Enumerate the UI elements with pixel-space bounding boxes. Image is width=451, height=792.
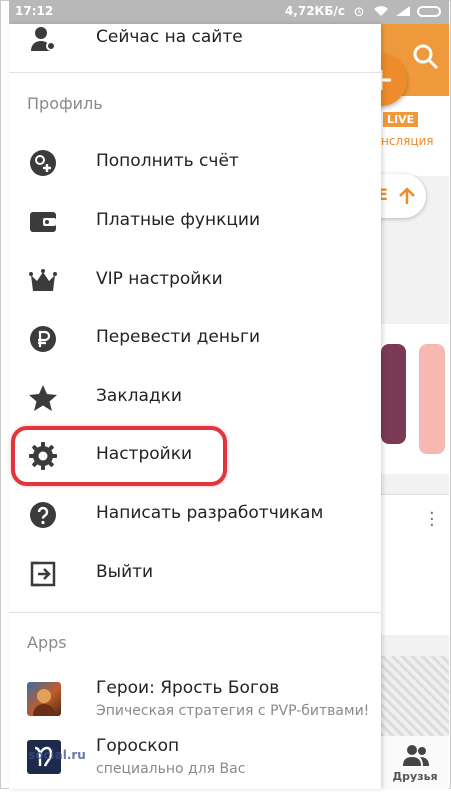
translation-tab[interactable]: нсляция [381, 134, 434, 148]
menu-item-label: Выйти [96, 562, 154, 582]
exit-icon [30, 561, 56, 587]
background-card: · · · [381, 494, 449, 635]
user-online-icon [31, 27, 56, 51]
menu-item-bookmarks[interactable]: Закладки [9, 369, 381, 427]
app-subtitle: Эпическая стратегия с PVP-битвами! [96, 703, 370, 719]
divider [9, 72, 381, 73]
search-icon[interactable] [411, 42, 441, 72]
wallet-icon [30, 212, 56, 232]
friends-label: Друзья [392, 770, 438, 783]
menu-item-online[interactable]: Сейчас на сайте [9, 10, 381, 68]
star-icon [29, 385, 57, 411]
signal-icon [396, 6, 410, 16]
section-profile: Профиль [27, 94, 103, 113]
crown-icon [29, 269, 57, 291]
menu-item-vip-settings[interactable]: VIP настройки [9, 252, 381, 310]
background-image [381, 324, 449, 474]
app-item-heroes[interactable]: Герои: Ярость Богов Эпическая стратегия … [9, 672, 381, 734]
menu-item-top-up[interactable]: Пополнить счёт [9, 134, 381, 192]
navigation-drawer: Сейчас на сайте Профиль Пополнить счёт П… [9, 24, 381, 789]
menu-item-paid-features[interactable]: Платные функции [9, 193, 381, 251]
background-pattern [381, 656, 449, 736]
menu-item-label: Закладки [96, 386, 182, 406]
menu-item-transfer-money[interactable]: Перевести деньги [9, 310, 381, 368]
menu-item-label: Платные функции [96, 210, 261, 230]
menu-item-label: Пополнить счёт [96, 151, 239, 171]
app-title: Герои: Ярость Богов [96, 678, 280, 698]
menu-item-label: VIP настройки [96, 269, 223, 289]
background-app: LIVE нсляция E · · · Друзья [381, 24, 449, 789]
menu-item-label: Написать разработчикам [96, 503, 324, 523]
app-subtitle: специально для Вас [96, 761, 246, 777]
image-shape [381, 344, 406, 444]
divider [9, 612, 381, 613]
live-badge: LIVE [383, 112, 419, 127]
hero-icon [33, 689, 55, 716]
image-shape [419, 344, 445, 454]
help-icon [30, 502, 56, 528]
ruble-icon [30, 326, 56, 352]
app-thumbnail [27, 682, 61, 716]
menu-item-contact-developers[interactable]: Написать разработчикам [9, 486, 381, 544]
settings-highlight-frame [11, 426, 227, 486]
background-pill-button[interactable]: E [381, 174, 426, 218]
more-icon[interactable]: · · · [429, 505, 435, 535]
add-money-icon [30, 150, 56, 176]
menu-item-logout[interactable]: Выйти [9, 545, 381, 603]
app-title: Гороскоп [96, 736, 180, 756]
pill-text: E [381, 185, 388, 204]
battery-icon [417, 5, 441, 17]
menu-item-label: Сейчас на сайте [96, 27, 243, 47]
section-apps: Apps [27, 633, 67, 652]
nav-friends[interactable]: Друзья [381, 736, 449, 789]
arrow-up-icon [399, 187, 415, 204]
watermark: social.ru [28, 748, 86, 762]
friends-icon [403, 745, 429, 766]
menu-item-label: Перевести деньги [96, 327, 260, 347]
